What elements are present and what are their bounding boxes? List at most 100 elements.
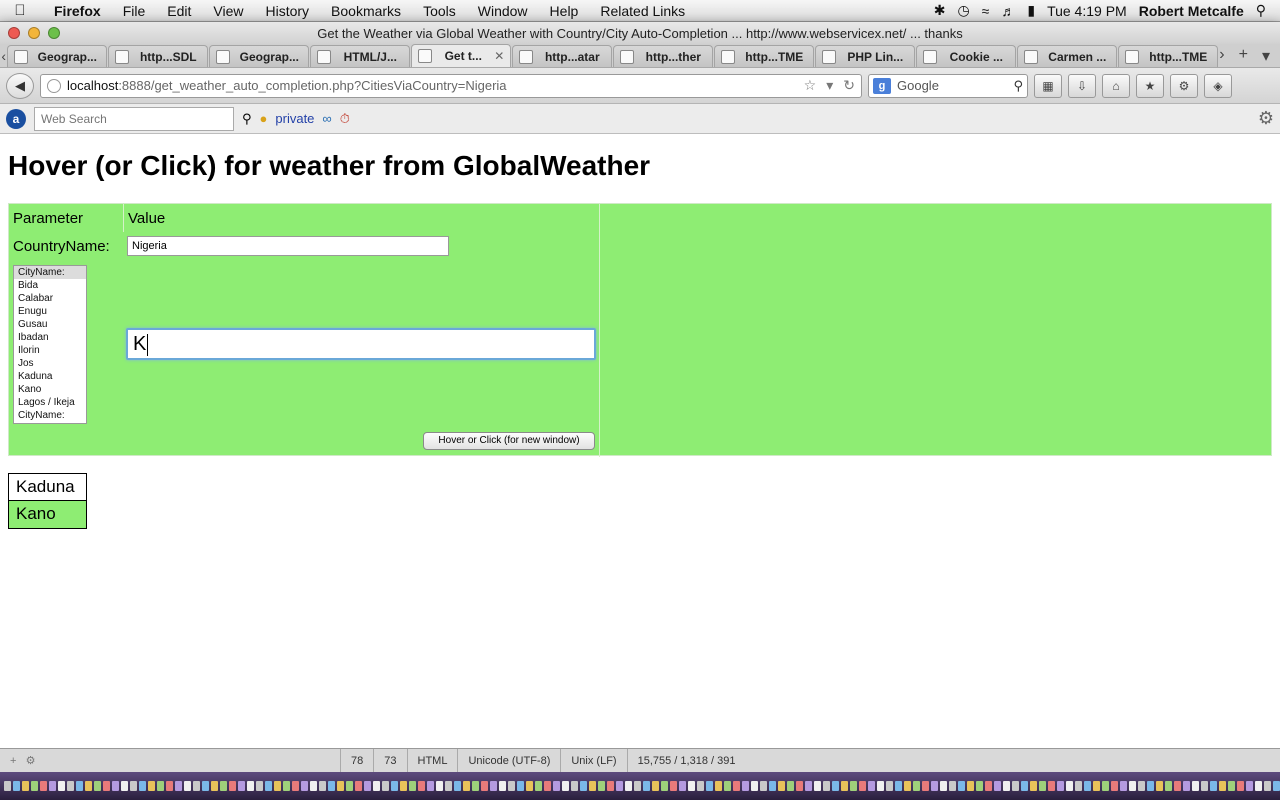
dock-app-icon[interactable] xyxy=(436,781,443,791)
dock-app-icon[interactable] xyxy=(193,781,200,791)
time-machine-icon[interactable]: ◷ xyxy=(957,2,969,19)
dock-app-icon[interactable] xyxy=(1192,781,1199,791)
dock-app-icon[interactable] xyxy=(355,781,362,791)
dock-app-icon[interactable] xyxy=(994,781,1001,791)
dock-app-icon[interactable] xyxy=(859,781,866,791)
dock-app-icon[interactable] xyxy=(319,781,326,791)
dock-app-icon[interactable] xyxy=(454,781,461,791)
dock-app-icon[interactable] xyxy=(346,781,353,791)
dock-app-icon[interactable] xyxy=(634,781,641,791)
dock-app-icon[interactable] xyxy=(751,781,758,791)
dock-app-icon[interactable] xyxy=(904,781,911,791)
dock-app-icon[interactable] xyxy=(103,781,110,791)
menu-bookmarks[interactable]: Bookmarks xyxy=(320,3,412,19)
dock-app-icon[interactable] xyxy=(1030,781,1037,791)
menu-window[interactable]: Window xyxy=(467,3,539,19)
dock-app-icon[interactable] xyxy=(517,781,524,791)
menu-help[interactable]: Help xyxy=(539,3,590,19)
extension-icon[interactable]: ⚙ xyxy=(1170,73,1198,98)
firefox-sync-icon[interactable]: ◈ xyxy=(1204,73,1232,98)
city-option[interactable]: CityName: xyxy=(14,266,86,279)
dock-app-icon[interactable] xyxy=(715,781,722,791)
dock-app-icon[interactable] xyxy=(4,781,11,791)
tab-6[interactable]: http...ther xyxy=(613,45,714,67)
dock-app-icon[interactable] xyxy=(895,781,902,791)
wifi-icon[interactable]: ≈ xyxy=(982,3,990,19)
timer-icon[interactable]: ⏱ xyxy=(340,111,350,127)
addon-icon[interactable]: ▦ xyxy=(1034,73,1062,98)
downloads-icon[interactable]: ⇩ xyxy=(1068,73,1096,98)
dock-app-icon[interactable] xyxy=(1066,781,1073,791)
city-option[interactable]: Ibadan xyxy=(14,331,86,344)
dock-app-icon[interactable] xyxy=(868,781,875,791)
site-identity-icon[interactable] xyxy=(47,78,61,93)
dock-app-icon[interactable] xyxy=(652,781,659,791)
city-option[interactable]: Kaduna xyxy=(14,370,86,383)
dock-app-icon[interactable] xyxy=(247,781,254,791)
dock-app-icon[interactable] xyxy=(607,781,614,791)
google-engine-icon[interactable]: g xyxy=(873,77,891,94)
dock-app-icon[interactable] xyxy=(1210,781,1217,791)
dock-app-icon[interactable] xyxy=(265,781,272,791)
dock-app-icon[interactable] xyxy=(157,781,164,791)
home-icon[interactable]: ⌂ xyxy=(1102,73,1130,98)
search-icon[interactable]: ⚲ xyxy=(242,111,252,127)
dock-app-icon[interactable] xyxy=(913,781,920,791)
dock-app-icon[interactable] xyxy=(535,781,542,791)
dock-app-icon[interactable] xyxy=(571,781,578,791)
dock-app-icon[interactable] xyxy=(688,781,695,791)
dock-app-icon[interactable] xyxy=(184,781,191,791)
dock-app-icon[interactable] xyxy=(1012,781,1019,791)
dock-app-icon[interactable] xyxy=(661,781,668,791)
dock-app-icon[interactable] xyxy=(1165,781,1172,791)
dock-app-icon[interactable] xyxy=(1264,781,1271,791)
tab-close-icon[interactable]: ✕ xyxy=(494,49,504,63)
menu-edit[interactable]: Edit xyxy=(156,3,202,19)
dock-app-icon[interactable] xyxy=(760,781,767,791)
dock-app-icon[interactable] xyxy=(391,781,398,791)
user-name[interactable]: Robert Metcalfe xyxy=(1139,3,1244,19)
dock-app-icon[interactable] xyxy=(13,781,20,791)
city-option[interactable]: Enugu xyxy=(14,305,86,318)
dock-app-icon[interactable] xyxy=(148,781,155,791)
dock-app-icon[interactable] xyxy=(256,781,263,791)
dock-app-icon[interactable] xyxy=(292,781,299,791)
tab-8[interactable]: PHP Lin... xyxy=(815,45,916,67)
dock-app-icon[interactable] xyxy=(130,781,137,791)
dock-app-icon[interactable] xyxy=(625,781,632,791)
dock-app-icon[interactable] xyxy=(787,781,794,791)
country-name-input[interactable] xyxy=(127,236,449,256)
dock-app-icon[interactable] xyxy=(121,781,128,791)
dock-app-icon[interactable] xyxy=(940,781,947,791)
minimize-window-button[interactable] xyxy=(28,27,40,39)
dock-app-icon[interactable] xyxy=(886,781,893,791)
dock-app-icon[interactable] xyxy=(1084,781,1091,791)
city-name-input[interactable]: K xyxy=(126,328,596,360)
dock-app-icon[interactable] xyxy=(877,781,884,791)
dock-app-icon[interactable] xyxy=(373,781,380,791)
dock-app-icon[interactable] xyxy=(1174,781,1181,791)
dock-app-icon[interactable] xyxy=(58,781,65,791)
bookmarks-menu-icon[interactable]: ★ xyxy=(1136,73,1164,98)
dock-app-icon[interactable] xyxy=(1021,781,1028,791)
tab-list-icon[interactable]: ▾ xyxy=(1262,46,1270,66)
private-globe-icon[interactable]: ● xyxy=(260,111,268,126)
dock-app-icon[interactable] xyxy=(724,781,731,791)
city-option[interactable]: Kano xyxy=(14,383,86,396)
tab-3[interactable]: HTML/J... xyxy=(310,45,411,67)
dock-app-icon[interactable] xyxy=(112,781,119,791)
dock-app-icon[interactable] xyxy=(310,781,317,791)
dock-app-icon[interactable] xyxy=(490,781,497,791)
editor-line-endings[interactable]: Unix (LF) xyxy=(560,748,626,773)
bookmark-star-icon[interactable]: ☆ xyxy=(804,77,817,94)
dock-app-icon[interactable] xyxy=(1075,781,1082,791)
url-bar[interactable]: localhost:8888/get_weather_auto_completi… xyxy=(40,73,862,98)
dock-app-icon[interactable] xyxy=(1156,781,1163,791)
dock-app-icon[interactable] xyxy=(769,781,776,791)
dock-app-icon[interactable] xyxy=(238,781,245,791)
dock-app-icon[interactable] xyxy=(805,781,812,791)
dock-app-icon[interactable] xyxy=(1120,781,1127,791)
dock-app-icon[interactable] xyxy=(22,781,29,791)
menu-file[interactable]: File xyxy=(112,3,157,19)
dock-app-icon[interactable] xyxy=(229,781,236,791)
